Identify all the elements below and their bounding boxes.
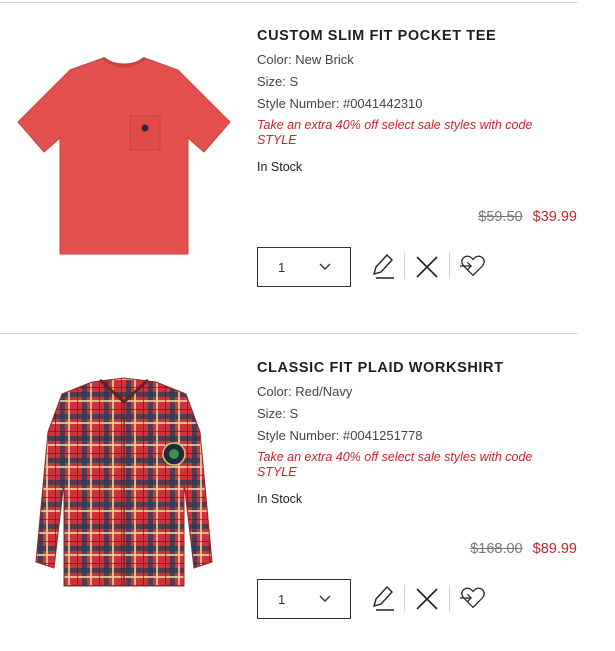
sale-price: $39.99	[532, 209, 577, 225]
move-to-wishlist-heart-icon[interactable]	[459, 252, 487, 280]
sale-price: $89.99	[532, 541, 577, 557]
cart-item: CLASSIC FIT PLAID WORKSHIRT Color: Red/N…	[0, 334, 615, 651]
product-size: Size: S	[257, 74, 299, 89]
quantity-value: 1	[278, 592, 286, 607]
product-name[interactable]: CUSTOM SLIM FIT POCKET TEE	[257, 28, 587, 44]
product-image-workshirt[interactable]	[8, 362, 240, 594]
move-to-wishlist-heart-icon[interactable]	[459, 584, 487, 612]
pencil-icon[interactable]	[368, 252, 396, 280]
price-block: $59.50 $39.99	[478, 209, 577, 225]
pencil-icon[interactable]	[368, 584, 396, 612]
stock-status: In Stock	[257, 492, 303, 506]
close-icon[interactable]	[413, 253, 441, 281]
close-icon[interactable]	[413, 585, 441, 613]
chevron-down-icon	[319, 263, 331, 270]
quantity-value: 1	[278, 260, 286, 275]
product-color: Color: New Brick	[257, 52, 354, 67]
product-size: Size: S	[257, 406, 299, 421]
action-divider	[449, 253, 450, 279]
product-style-number: Style Number: #0041251778	[257, 428, 423, 443]
chevron-down-icon	[319, 595, 331, 602]
action-divider	[449, 585, 450, 611]
quantity-select[interactable]: 1	[257, 579, 351, 619]
product-image-tee[interactable]	[8, 30, 240, 262]
product-style-number: Style Number: #0041442310	[257, 96, 423, 111]
original-price: $59.50	[478, 209, 523, 225]
price-block: $168.00 $89.99	[470, 541, 577, 557]
promo-message: Take an extra 40% off select sale styles…	[257, 450, 533, 479]
original-price: $168.00	[470, 541, 523, 557]
product-color: Color: Red/Navy	[257, 384, 353, 399]
quantity-select[interactable]: 1	[257, 247, 351, 287]
stock-status: In Stock	[257, 160, 303, 174]
product-name[interactable]: CLASSIC FIT PLAID WORKSHIRT	[257, 360, 587, 376]
promo-message: Take an extra 40% off select sale styles…	[257, 118, 533, 147]
cart-item: CUSTOM SLIM FIT POCKET TEE Color: New Br…	[0, 0, 615, 333]
action-divider	[404, 253, 405, 279]
action-divider	[404, 585, 405, 611]
